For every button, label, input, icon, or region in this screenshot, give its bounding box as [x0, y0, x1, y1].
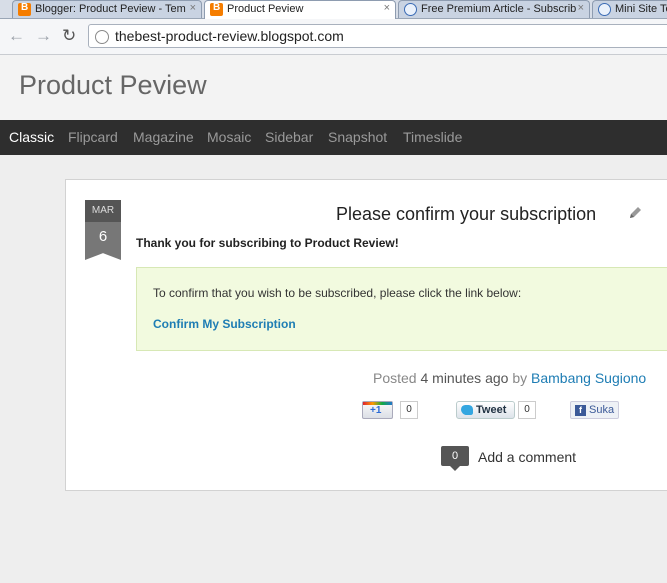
- post-meta: Posted 4 minutes ago by Bambang Sugiono: [373, 370, 646, 386]
- twitter-bird-icon: [461, 405, 473, 415]
- tab-mini-site[interactable]: Mini Site Te: [592, 0, 667, 18]
- back-icon[interactable]: ←: [8, 26, 25, 46]
- close-icon[interactable]: ×: [578, 2, 584, 14]
- tab-label: Product Peview: [227, 3, 304, 15]
- globe-icon: [598, 3, 611, 16]
- globe-icon: [404, 3, 417, 16]
- tweet-button[interactable]: Tweet: [456, 401, 515, 419]
- nav-item-sidebar[interactable]: Sidebar: [265, 129, 313, 145]
- confirm-notice-box: [136, 267, 667, 351]
- nav-item-classic[interactable]: Classic: [9, 129, 54, 145]
- tab-product-peview[interactable]: Product Peview ×: [204, 0, 396, 19]
- tab-free-premium-article[interactable]: Free Premium Article - Subscrib ×: [398, 0, 590, 18]
- nav-item-mosaic[interactable]: Mosaic: [207, 129, 251, 145]
- gplus-label: +1: [370, 405, 382, 416]
- by-label: by: [512, 370, 528, 386]
- nav-item-magazine[interactable]: Magazine: [133, 129, 194, 145]
- notice-text: To confirm that you wish to be subscribe…: [153, 286, 522, 300]
- tweet-count: 0: [518, 401, 536, 419]
- browser-toolbar: ← → ↻ thebest-product-review.blogspot.co…: [0, 19, 667, 55]
- close-icon[interactable]: ×: [384, 2, 390, 14]
- gplus-count: 0: [400, 401, 418, 419]
- post-time[interactable]: 4 minutes ago: [420, 370, 508, 386]
- date-month: MAR: [85, 200, 121, 222]
- posted-label: Posted: [373, 370, 417, 386]
- author-link[interactable]: Bambang Sugiono: [531, 370, 646, 386]
- facebook-like-label: Suka: [589, 404, 615, 416]
- gplus-button[interactable]: +1: [362, 401, 393, 419]
- comment-count-badge[interactable]: 0: [441, 446, 469, 471]
- browser-tab-strip: Blogger: Product Peview - Tem × Product …: [0, 0, 667, 19]
- confirm-subscription-link[interactable]: Confirm My Subscription: [153, 317, 296, 331]
- tab-blogger[interactable]: Blogger: Product Peview - Tem ×: [12, 0, 202, 18]
- nav-item-snapshot[interactable]: Snapshot: [328, 129, 387, 145]
- close-icon[interactable]: ×: [190, 2, 196, 14]
- tab-label: Free Premium Article - Subscrib: [421, 3, 577, 15]
- post-intro: Thank you for subscribing to Product Rev…: [136, 236, 399, 250]
- tab-label: Mini Site Te: [615, 3, 667, 15]
- nav-item-flipcard[interactable]: Flipcard: [68, 129, 118, 145]
- tab-label: Blogger: Product Peview - Tem: [35, 3, 186, 15]
- facebook-icon: f: [575, 405, 586, 416]
- pencil-icon[interactable]: [627, 205, 643, 221]
- post-title[interactable]: Please confirm your subscription: [336, 204, 596, 225]
- page-info-icon[interactable]: [95, 30, 109, 44]
- blogger-icon: [210, 2, 223, 16]
- tweet-label: Tweet: [476, 404, 507, 416]
- url-text[interactable]: thebest-product-review.blogspot.com: [115, 28, 344, 44]
- blog-title[interactable]: Product Peview: [19, 70, 207, 101]
- blog-header: Product Peview: [0, 55, 667, 120]
- facebook-like-button[interactable]: f Suka: [570, 401, 619, 419]
- blogger-icon: [18, 2, 31, 16]
- nav-item-timeslide[interactable]: Timeslide: [403, 129, 462, 145]
- add-comment-link[interactable]: Add a comment: [478, 449, 576, 465]
- view-nav-bar: Classic Flipcard Magazine Mosaic Sidebar…: [0, 120, 667, 155]
- forward-icon[interactable]: →: [35, 26, 52, 46]
- reload-icon[interactable]: ↻: [62, 26, 76, 46]
- address-bar[interactable]: thebest-product-review.blogspot.com: [88, 24, 667, 48]
